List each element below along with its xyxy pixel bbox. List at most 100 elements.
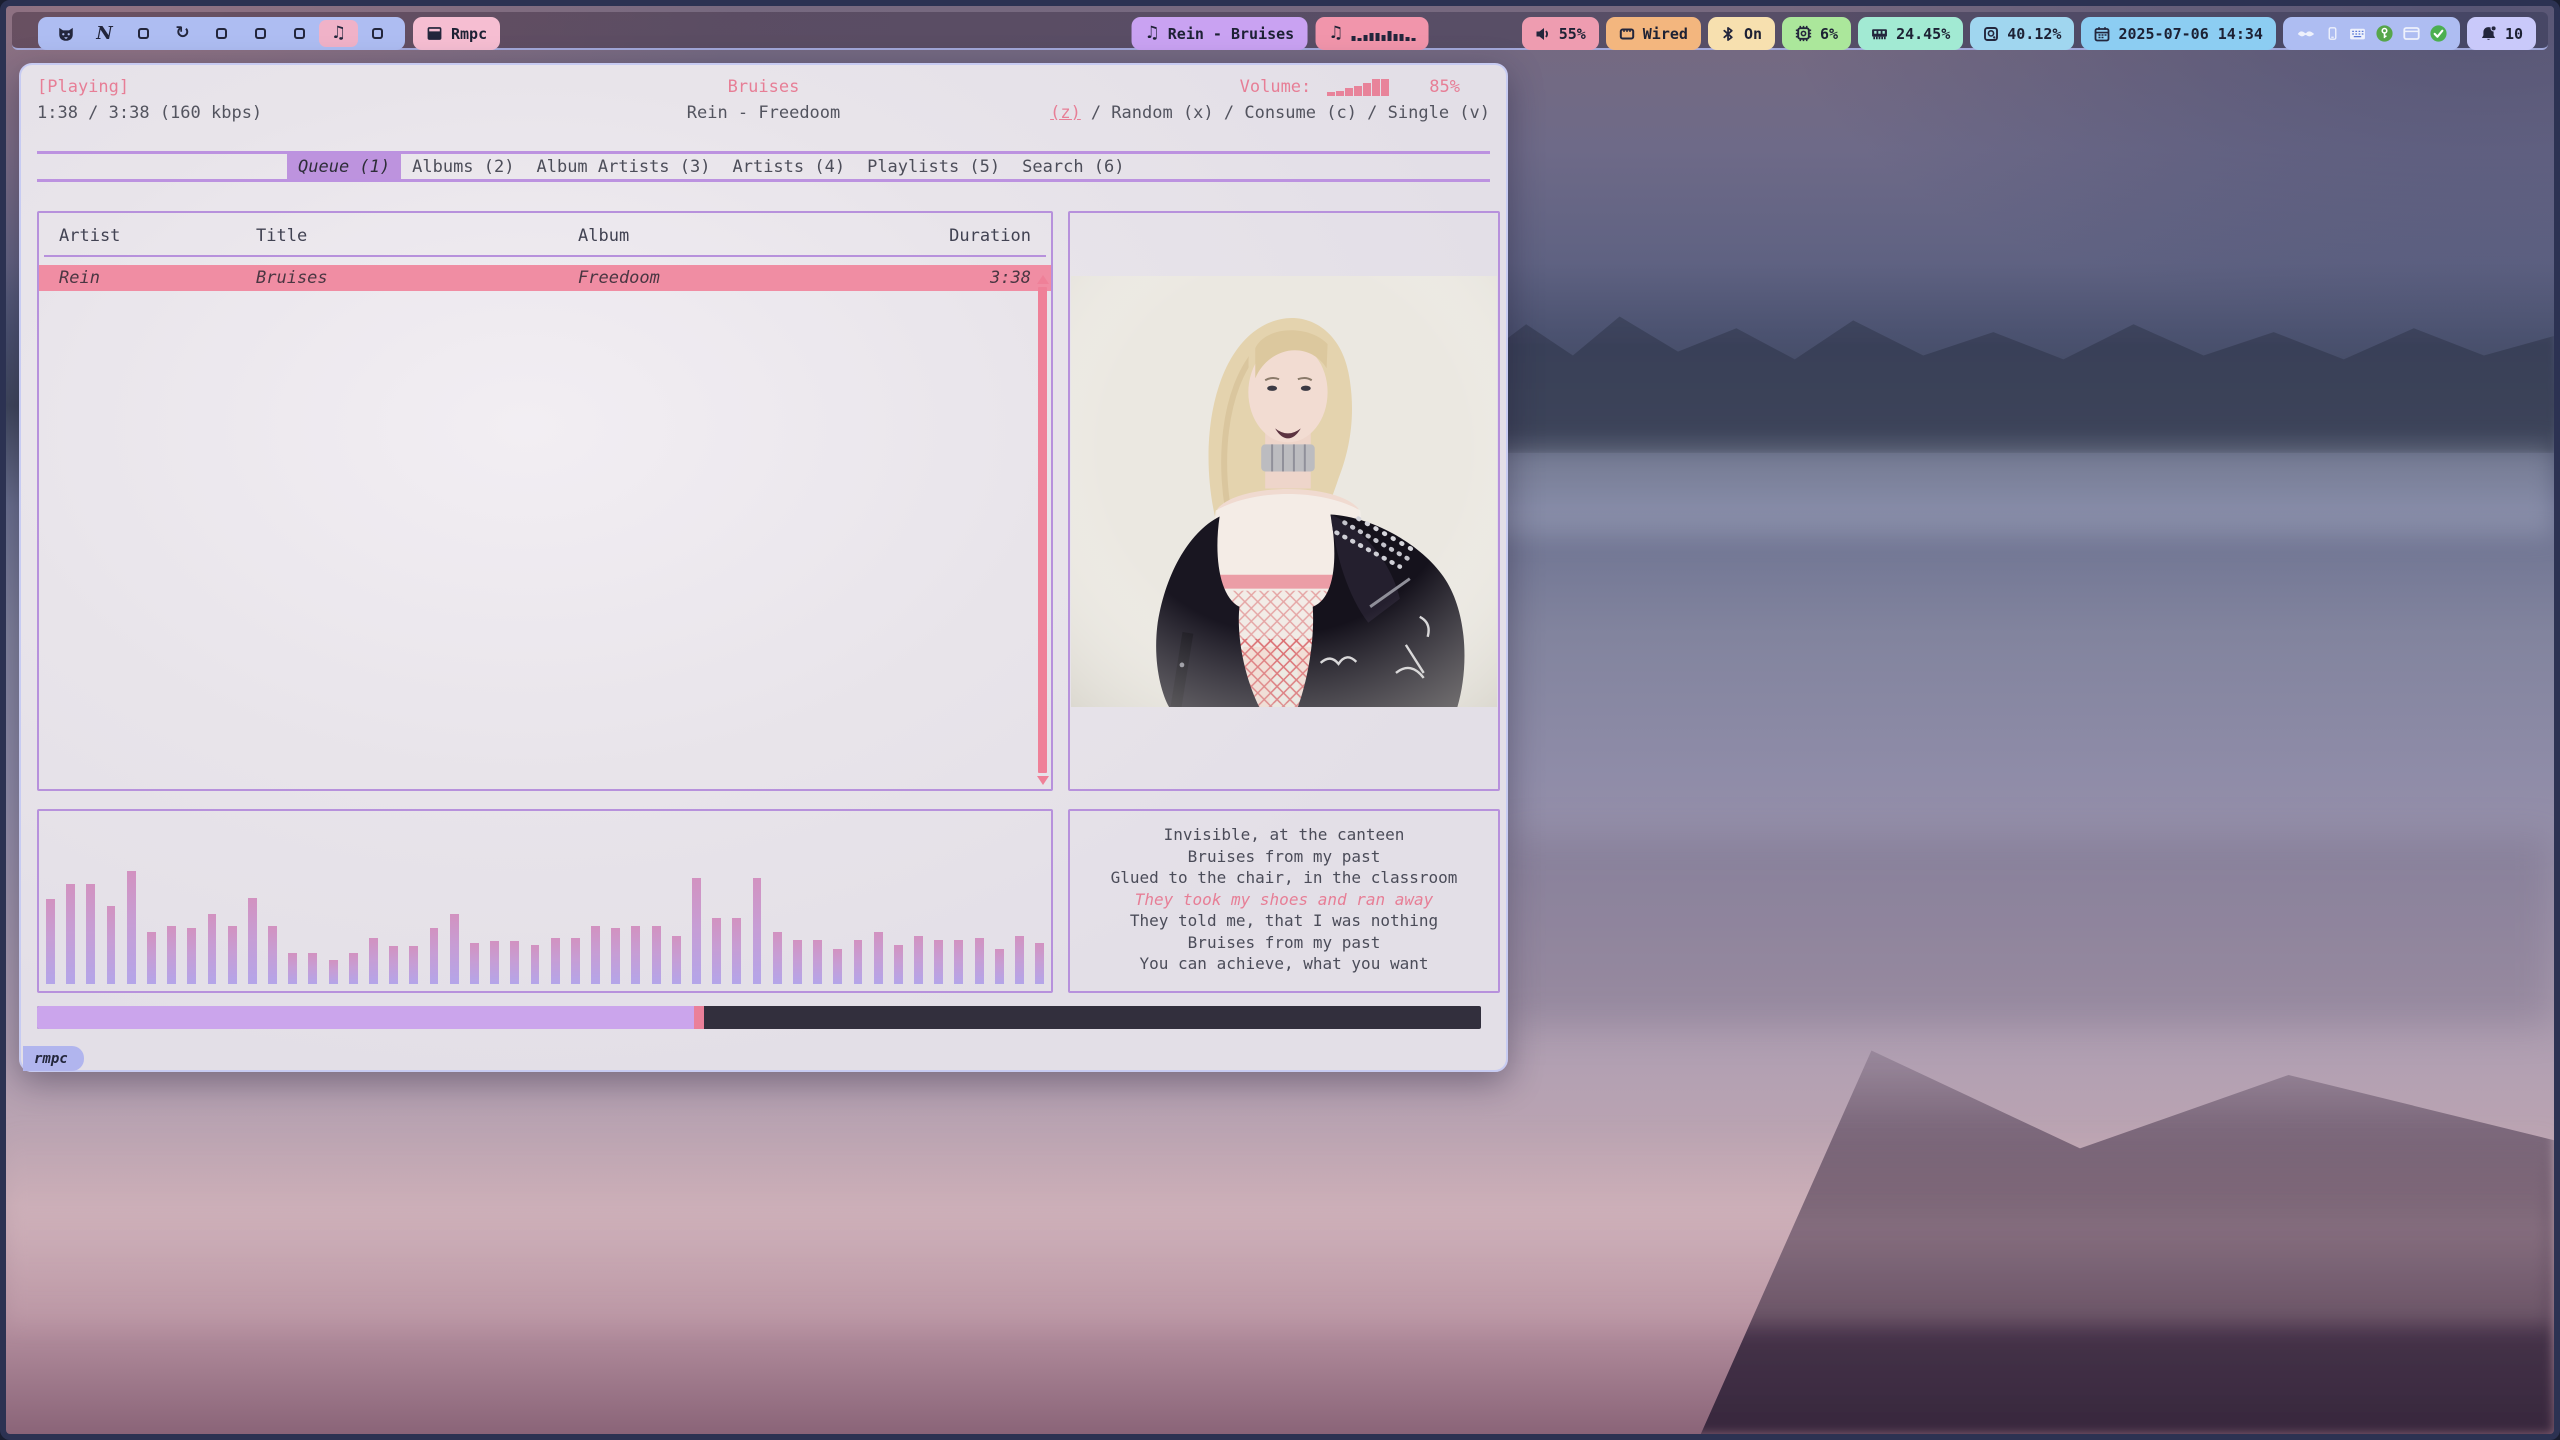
keyboard-icon[interactable]	[2349, 27, 2366, 41]
scroll-up-icon[interactable]	[1037, 275, 1049, 284]
clock-indicator[interactable]: 2025-07-06 14:34	[2081, 17, 2276, 50]
disk-icon	[1983, 26, 1999, 42]
neovim-icon: N	[96, 23, 112, 44]
desktop: N ↻ ♫ Rmpc ♫ Rein - Bruises ♫	[0, 0, 2560, 1440]
now-playing-badge[interactable]: ♫ Rein - Bruises	[1132, 17, 1308, 50]
network-indicator[interactable]: Wired	[1606, 17, 1701, 50]
system-tray	[2283, 17, 2460, 50]
visualizer-bar	[652, 926, 661, 984]
workspace-8-active[interactable]: ♫	[319, 20, 358, 47]
workspace-4[interactable]: ↻	[163, 20, 202, 47]
album-art	[1071, 276, 1497, 707]
bell-icon	[2480, 25, 2497, 42]
workspace-6[interactable]	[241, 20, 280, 47]
visualizer-bar	[430, 928, 439, 984]
player-header-row1: [Playing] Bruises Volume: 85%	[37, 77, 1490, 101]
ethernet-icon	[1619, 26, 1635, 42]
visualizer-bar	[187, 928, 196, 984]
workspace-7[interactable]	[280, 20, 319, 47]
music-note-icon: ♫	[1145, 25, 1160, 42]
refresh-icon: ↻	[175, 25, 189, 42]
visualizer-bar	[510, 941, 519, 984]
volume-indicator[interactable]: 55%	[1522, 17, 1599, 50]
queue-panel: Artist Title Album Duration Rein Bruises…	[37, 211, 1053, 791]
square-icon	[372, 28, 383, 39]
queue-scrollbar[interactable]	[1036, 275, 1049, 785]
visualizer-bar	[450, 914, 459, 984]
lyric-line: Glued to the chair, in the classroom	[1070, 867, 1498, 889]
progress-bar[interactable]	[37, 1006, 1481, 1029]
lyric-line-current: They took my shoes and ran away	[1070, 889, 1498, 911]
app-badge-rmpc[interactable]: Rmpc	[413, 17, 500, 50]
square-icon	[216, 28, 227, 39]
column-title: Title	[256, 226, 578, 246]
cpu-indicator[interactable]: 6%	[1782, 17, 1851, 50]
mini-visualizer-bar	[1363, 35, 1367, 41]
notifications-indicator[interactable]: 10	[2467, 17, 2536, 50]
visualizer-bar	[934, 940, 943, 984]
visualizer-bar	[329, 960, 338, 984]
visualizer-bar	[753, 878, 762, 984]
workspace-3[interactable]	[124, 20, 163, 47]
progress-cursor[interactable]	[694, 1006, 704, 1029]
mini-visualizer-bar	[1411, 38, 1415, 41]
visualizer-bar	[208, 914, 217, 984]
visualizer-bar	[248, 898, 257, 984]
bluetooth-indicator[interactable]: On	[1708, 17, 1775, 50]
tab-albums[interactable]: Albums (2)	[401, 154, 525, 179]
bluetooth-icon	[1721, 26, 1736, 42]
lyrics-panel: Invisible, at the canteen Bruises from m…	[1068, 809, 1500, 993]
window-badge: rmpc	[23, 1046, 84, 1071]
visualizer-badge[interactable]: ♫	[1315, 17, 1428, 50]
visualizer-bar	[389, 946, 398, 984]
scroll-down-icon[interactable]	[1037, 776, 1049, 785]
visualizer-bar	[692, 878, 701, 984]
cat-icon	[57, 25, 75, 43]
phone-icon[interactable]	[2326, 25, 2339, 42]
lyric-line: Invisible, at the canteen	[1070, 824, 1498, 846]
music-note-icon: ♫	[331, 25, 346, 42]
queue-row-selected[interactable]: Rein Bruises Freedoom 3:38	[39, 265, 1051, 291]
scrollbar-thumb[interactable]	[1038, 287, 1047, 773]
disk-indicator[interactable]: 40.12%	[1970, 17, 2074, 50]
workspace-1[interactable]	[46, 20, 85, 47]
visualizer-bar	[894, 945, 903, 984]
mini-visualizer-bar	[1387, 31, 1391, 41]
visualizer-bar	[1035, 943, 1044, 984]
visualizer-bar	[147, 932, 156, 984]
tab-queue[interactable]: Queue (1)	[287, 154, 401, 179]
tab-artists[interactable]: Artists (4)	[721, 154, 856, 179]
check-icon[interactable]	[2430, 25, 2447, 42]
mini-visualizer-bar	[1393, 34, 1397, 41]
visualizer-bar	[127, 871, 136, 984]
wallpaper-reflection-dark	[1606, 1026, 2554, 1434]
visualizer-bar	[571, 938, 580, 984]
mustache-icon[interactable]	[2296, 27, 2316, 41]
tab-album-artists[interactable]: Album Artists (3)	[525, 154, 721, 179]
top-bar: N ↻ ♫ Rmpc ♫ Rein - Bruises ♫	[12, 12, 2548, 50]
workspace-9[interactable]	[358, 20, 397, 47]
calendar-icon	[2094, 26, 2110, 42]
rmpc-window: [Playing] Bruises Volume: 85% 1:38 / 3:3…	[19, 63, 1508, 1072]
workspace-switcher: N ↻ ♫	[38, 17, 405, 50]
key-icon[interactable]	[2376, 25, 2393, 42]
wallpaper-reflection	[1506, 836, 2554, 1026]
visualizer-bar	[107, 906, 116, 984]
tab-playlists[interactable]: Playlists (5)	[856, 154, 1011, 179]
visualizer-bars	[46, 817, 1044, 984]
memory-indicator[interactable]: 24.45%	[1858, 17, 1963, 50]
toggle-others[interactable]: / Random (x) / Consume (c) / Single (v)	[1091, 103, 1490, 123]
ram-icon	[1871, 25, 1888, 42]
cpu-label: 6%	[1820, 25, 1838, 43]
tab-search[interactable]: Search (6)	[1011, 154, 1135, 179]
visualizer-bar	[914, 936, 923, 984]
window-icon[interactable]	[2403, 26, 2420, 41]
topbar-right-group: 55% Wired On 6% 24.45% 40.12%	[1522, 17, 2536, 50]
mini-visualizer	[1351, 27, 1415, 41]
toggle-repeat[interactable]: (z)	[1050, 103, 1081, 123]
terminal-icon	[426, 25, 443, 42]
square-icon	[255, 28, 266, 39]
workspace-2[interactable]: N	[85, 20, 124, 47]
workspace-5[interactable]	[202, 20, 241, 47]
mini-visualizer-bar	[1351, 36, 1355, 41]
